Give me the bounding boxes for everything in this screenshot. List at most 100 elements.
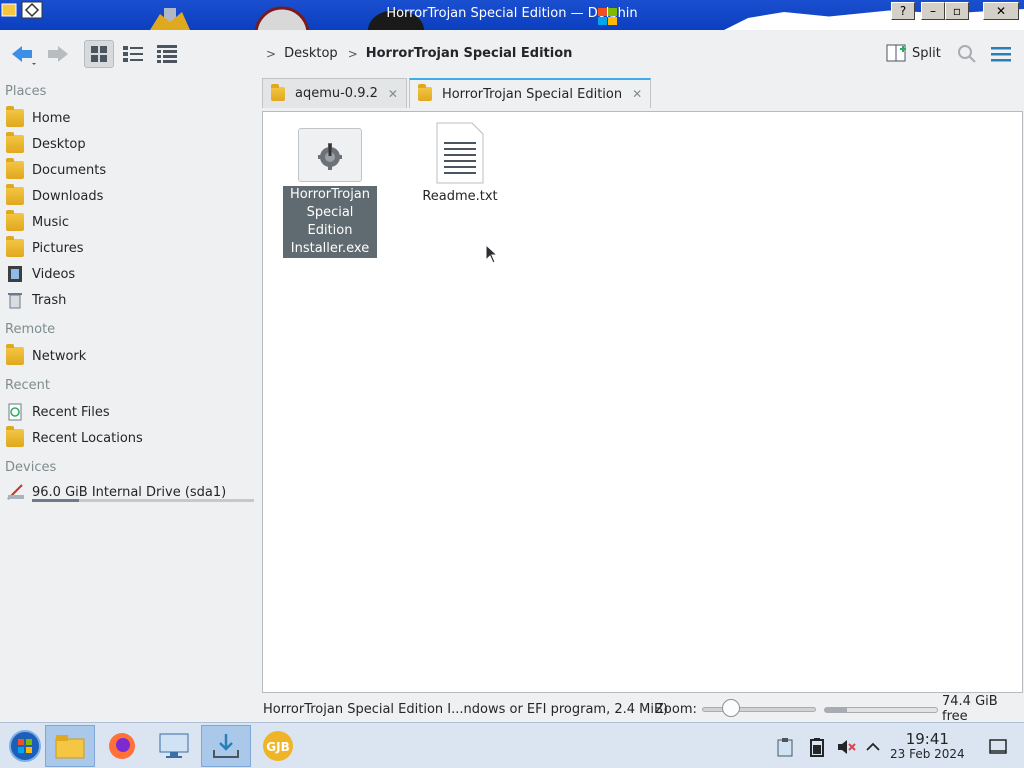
close-icon[interactable]: ✕ [632,87,642,101]
recent-files-icon [6,403,24,421]
volume-muted-icon[interactable] [836,737,856,761]
folder-icon [417,84,432,101]
sidebar-item-label: Downloads [32,188,104,204]
home-folder-icon [6,106,24,127]
system-clock[interactable]: 19:41 23 Feb 2024 [890,731,965,761]
sidebar-item-label: Recent Locations [32,430,143,446]
file-name-line: Installer.exe [290,241,370,256]
tab-horrortrojan[interactable]: HorrorTrojan Special Edition ✕ [408,78,652,108]
sidebar-item-label: Videos [32,266,76,282]
wallpaper-fragment [724,9,1024,30]
tab-bar: aqemu-0.9.2 ✕ HorrorTrojan Special Editi… [262,78,653,110]
file-view[interactable]: HorrorTrojan Special Edition Installer.e… [262,111,1023,693]
status-bar: HorrorTrojan Special Edition I...ndows o… [262,694,1024,724]
chevron-right-icon: > [347,46,358,61]
file-name-line: Special Edition [306,205,354,238]
help-button[interactable]: ? [891,2,915,20]
split-button[interactable]: Split [886,43,941,63]
icons-view-icon [91,46,107,62]
sidebar-item-label: Recent Files [32,404,110,420]
file-name: HorrorTrojan Special Edition Installer.e… [283,186,377,258]
sidebar-item-videos[interactable]: Videos [6,263,75,285]
text-file-icon [436,122,484,184]
sidebar-item-recent-files[interactable]: Recent Files [6,401,110,423]
window-titlebar[interactable]: HorrorTrojan Special Edition — Dolphin ?… [0,0,1024,30]
file-item-readme[interactable]: Readme.txt [415,122,505,206]
compact-view-button[interactable] [118,40,148,68]
places-panel: Places Home Desktop Documents Downloads … [0,78,260,698]
details-view-button[interactable] [152,40,182,68]
sidebar-item-label: Desktop [32,136,86,152]
executable-gear-icon [298,128,362,182]
drive-usage-bar [32,499,254,502]
search-icon [958,45,976,63]
pictures-folder-icon [6,236,24,257]
forward-button[interactable] [42,40,72,68]
compact-view-icon [123,46,143,62]
zoom-slider-handle[interactable] [722,699,740,717]
file-item-installer[interactable]: HorrorTrojan Special Edition Installer.e… [283,128,377,258]
forward-arrow-icon [48,46,68,62]
sidebar-item-network[interactable]: Network [6,344,86,367]
details-view-icon [157,45,177,63]
downloads-folder-icon [6,184,24,205]
breadcrumb-desktop[interactable]: Desktop [284,46,338,61]
show-desktop-icon[interactable] [988,737,1008,761]
desktop-folder-icon [6,132,24,153]
sidebar-item-label: Trash [32,292,67,308]
taskbar-file-manager[interactable] [45,725,95,767]
taskbar-downloader[interactable] [201,725,251,767]
breadcrumb-current[interactable]: HorrorTrojan Special Edition [366,46,573,61]
search-button[interactable] [952,40,982,68]
split-label: Split [912,45,941,61]
download-icon [213,734,239,758]
start-button[interactable] [0,725,50,767]
file-name: Readme.txt [415,188,505,206]
sidebar-item-label: Documents [32,162,107,178]
sidebar-item-music[interactable]: Music [6,210,69,233]
taskbar-remote-desktop[interactable] [149,725,199,767]
sidebar-item-label: Pictures [32,240,84,256]
taskbar-firefox[interactable] [97,725,147,767]
free-space-label: 74.4 GiB free [942,694,998,724]
videos-film-icon [6,265,24,283]
section-recent: Recent [5,378,50,393]
free-space-bar [824,707,938,713]
tab-label: HorrorTrojan Special Edition [441,86,623,102]
clock-time: 19:41 [905,730,949,748]
zoom-slider[interactable] [702,707,816,712]
back-button[interactable] [8,40,38,68]
chevron-right-icon: > [266,46,277,61]
clipboard-tray-icon[interactable] [776,737,794,761]
taskbar-gjb-app[interactable]: GJB [253,725,303,767]
svg-text:GJB: GJB [266,740,289,754]
minimize-button[interactable]: – [921,2,945,20]
sidebar-item-recent-locations[interactable]: Recent Locations [6,426,143,449]
mouse-cursor-icon [485,243,499,268]
sidebar-item-trash[interactable]: Trash [6,289,66,311]
zoom-label: Zoom: [655,701,697,717]
sidebar-item-label: Music [32,214,69,230]
taskbar: GJB 19:41 23 Feb 2024 [0,722,1024,768]
sidebar-item-pictures[interactable]: Pictures [6,236,84,259]
hard-drive-icon [6,483,24,501]
status-info: HorrorTrojan Special Edition I...ndows o… [263,701,668,717]
section-remote: Remote [5,322,56,337]
sidebar-item-desktop[interactable]: Desktop [6,132,86,155]
sidebar-item-home[interactable]: Home [6,106,70,129]
close-button[interactable]: ✕ [983,2,1019,20]
hamburger-menu-icon [991,47,1011,62]
toolbar: > Desktop > HorrorTrojan Special Edition… [0,30,1024,78]
close-icon[interactable]: ✕ [388,87,398,101]
sidebar-item-documents[interactable]: Documents [6,158,107,181]
folder-icon [271,83,285,101]
maximize-button[interactable]: ▫ [945,2,969,20]
firefox-icon [109,733,135,759]
menu-button[interactable] [986,40,1016,68]
sidebar-item-downloads[interactable]: Downloads [6,184,104,207]
chevron-up-icon[interactable] [864,737,882,761]
battery-tray-icon[interactable] [808,737,826,761]
icons-view-button[interactable] [84,40,114,68]
tab-aqemu[interactable]: aqemu-0.9.2 ✕ [262,78,407,108]
split-view-icon [886,44,906,62]
